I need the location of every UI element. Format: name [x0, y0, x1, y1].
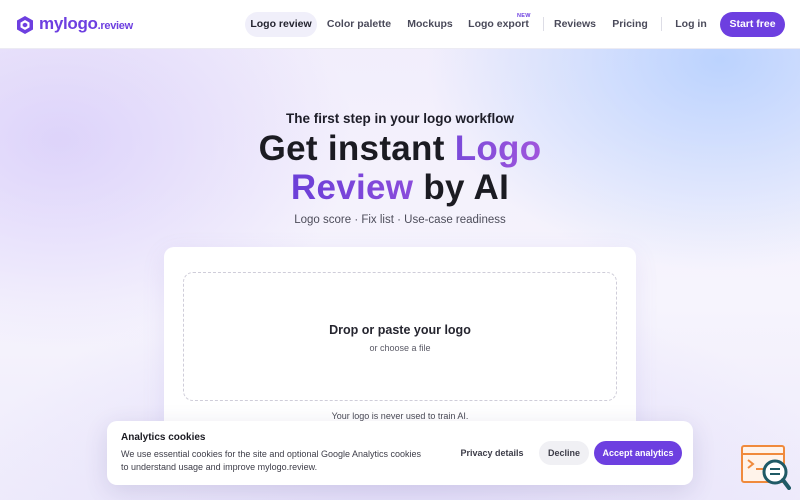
mylogo-hexagon-icon	[17, 16, 33, 34]
brand-tld: .review	[97, 20, 134, 32]
nav-mockups[interactable]: Mockups	[404, 12, 456, 37]
nav-reviews[interactable]: Reviews	[553, 12, 597, 37]
start-free-button[interactable]: Start free	[720, 12, 785, 37]
upload-card: Drop or paste your logo or choose a file…	[164, 247, 636, 464]
top-navbar: mylogo.review Logo review Color palette …	[0, 0, 800, 49]
nav-logo-review[interactable]: Logo review	[245, 12, 317, 37]
privacy-note: Your logo is never used to train AI.	[331, 411, 469, 421]
cookie-banner: Analytics cookies We use essential cooki…	[107, 421, 693, 485]
hero-title-highlight-logo: Logo	[454, 129, 542, 168]
nav-color-palette[interactable]: Color palette	[324, 12, 394, 37]
hero-title-part2: by AI	[423, 168, 510, 207]
cookie-title: Analytics cookies	[121, 432, 206, 443]
cookie-description: We use essential cookies for the site an…	[121, 449, 422, 472]
brand-logo[interactable]: mylogo.review	[16, 14, 133, 36]
hero-features: Logo score · Fix list · Use-case readine…	[294, 214, 506, 226]
nav-divider	[543, 17, 544, 31]
dropzone-title: Drop or paste your logo	[329, 323, 471, 337]
choose-file-link[interactable]: or choose a file	[184, 343, 616, 353]
hero-title-part1: Get instant	[258, 129, 445, 168]
new-badge: NEW	[514, 12, 534, 20]
hero-eyebrow: The first step in your logo workflow	[285, 111, 514, 126]
brand-name: mylogo.review	[39, 14, 134, 33]
nav-divider	[661, 17, 662, 31]
decline-button[interactable]: Decline	[539, 441, 589, 465]
privacy-details-button[interactable]: Privacy details	[452, 441, 532, 465]
search-document-icon	[741, 445, 791, 490]
nav-pricing[interactable]: Pricing	[611, 12, 649, 37]
logo-dropzone[interactable]: Drop or paste your logo or choose a file	[183, 272, 617, 401]
accept-analytics-button[interactable]: Accept analytics	[594, 441, 682, 465]
review-widget-button[interactable]	[741, 444, 791, 490]
hero-title-highlight-review: Review	[290, 168, 414, 207]
hero-title: Get instant Logo Review by AI	[0, 129, 800, 207]
login-link[interactable]: Log in	[674, 12, 708, 37]
